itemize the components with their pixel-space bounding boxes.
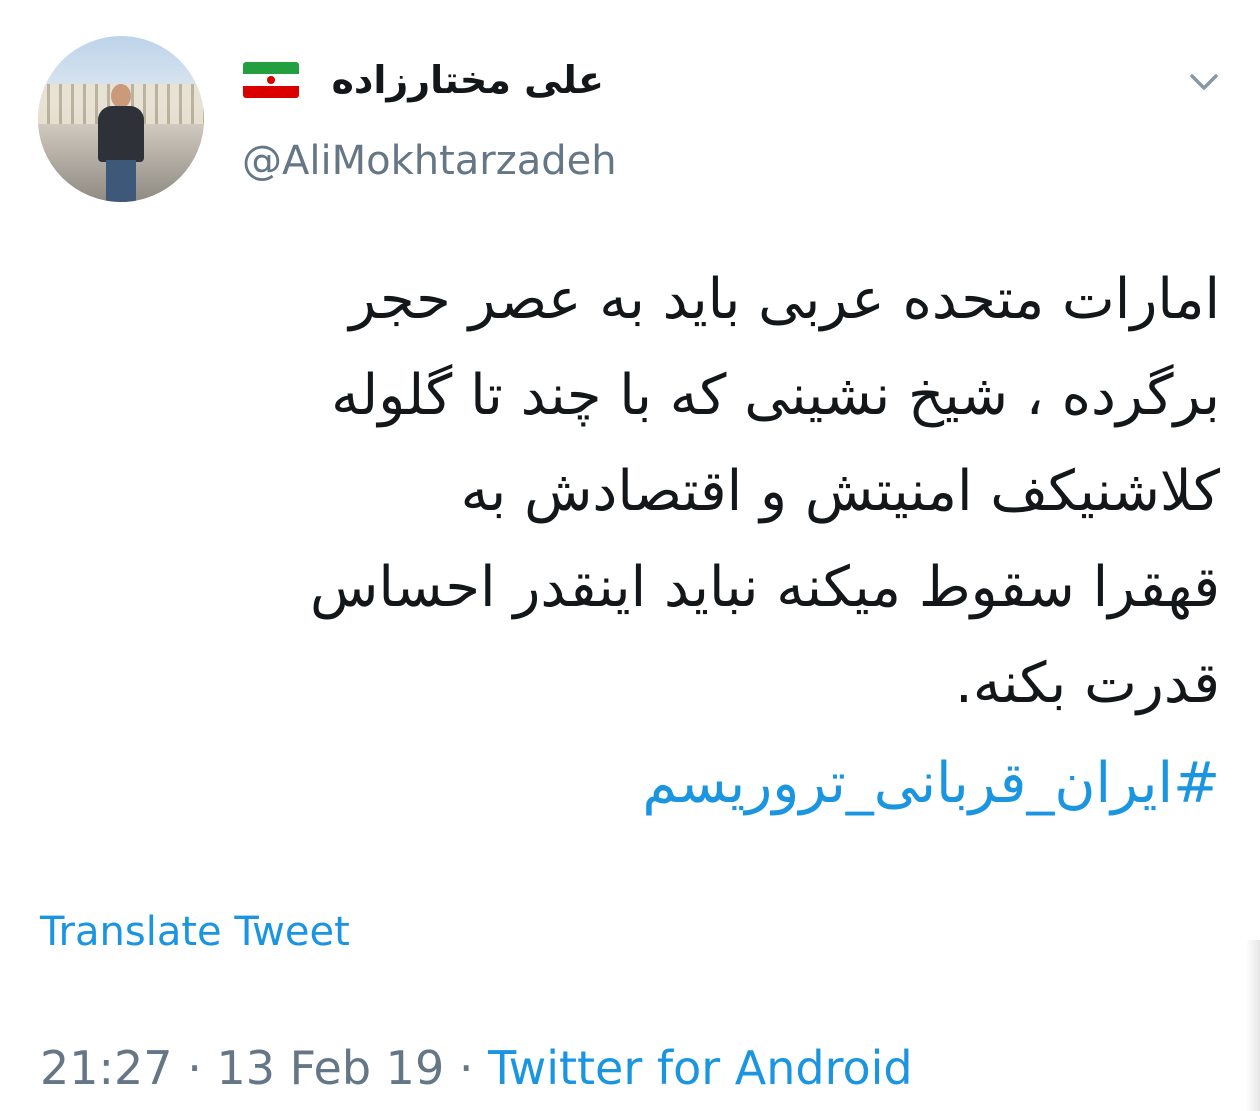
tweet-text: امارات متحده عربی باید به عصر حجر برگرده… — [100, 252, 1220, 732]
author-handle[interactable]: @AliMokhtarzadeh — [242, 136, 617, 186]
flag-red-stripe — [243, 86, 299, 98]
avatar-person-head — [111, 84, 131, 108]
hashtag-link[interactable]: #ایران_قربانی_تروریسم — [642, 736, 1220, 832]
author-display-name[interactable]: علی مختارزاده — [331, 54, 604, 106]
edge-shadow — [1246, 940, 1260, 1111]
tweet-time: 21:27 — [40, 1041, 173, 1095]
flag-green-stripe — [243, 62, 299, 74]
translate-tweet-link[interactable]: Translate Tweet — [40, 906, 350, 958]
flag-emblem — [267, 76, 275, 84]
tweet-text-line: امارات متحده عربی باید به عصر حجر — [349, 267, 1220, 332]
avatar-person — [96, 84, 146, 202]
tweet-text-line: قدرت بکنه. — [955, 651, 1220, 716]
chevron-down-icon[interactable] — [1188, 66, 1220, 98]
iran-flag-icon — [243, 62, 299, 98]
avatar[interactable] — [38, 36, 204, 202]
meta-separator: · — [458, 1041, 474, 1095]
tweet-source-link[interactable]: Twitter for Android — [488, 1041, 913, 1095]
tweet-text-line: کلاشنیکف امنیتش و اقتصادش به — [460, 459, 1220, 524]
meta-separator: · — [187, 1041, 202, 1095]
avatar-person-legs — [106, 160, 136, 202]
tweet-date: 13 Feb 19 — [216, 1041, 445, 1095]
avatar-person-body — [98, 106, 144, 162]
tweet-metadata: 21:27 · 13 Feb 19 · Twitter for Android — [40, 1040, 913, 1096]
tweet-text-line: قهقرا سقوط میکنه نباید اینقدر احساس — [310, 555, 1220, 620]
tweet-text-line: برگرده ، شیخ نشینی که با چند تا گلوله — [331, 363, 1220, 428]
flag-white-stripe — [243, 74, 299, 86]
